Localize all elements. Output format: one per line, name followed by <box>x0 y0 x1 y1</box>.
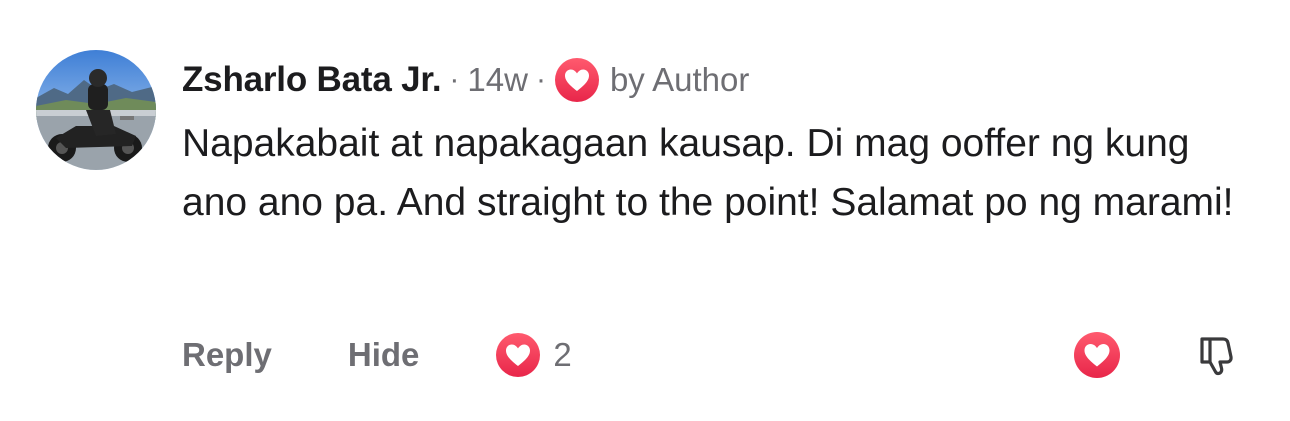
reply-button[interactable]: Reply <box>182 336 272 374</box>
comment-header: Zsharlo Bata Jr. · 14w · by Author <box>182 56 749 104</box>
heart-icon <box>1074 332 1120 378</box>
hide-button[interactable]: Hide <box>348 336 420 374</box>
like-button[interactable] <box>1073 331 1121 379</box>
separator-dot: · <box>449 63 460 96</box>
reaction-count: 2 <box>553 336 572 373</box>
comment-item: Zsharlo Bata Jr. · 14w · by Author Napak… <box>0 0 1290 421</box>
comment-actions: Reply Hide 2 <box>182 330 572 380</box>
avatar[interactable] <box>36 50 156 170</box>
avatar-image <box>36 50 156 170</box>
by-author-label: by Author <box>609 61 750 98</box>
dislike-button[interactable] <box>1196 333 1240 377</box>
heart-icon <box>554 57 600 103</box>
heart-icon <box>495 332 541 378</box>
separator-dot: · <box>535 63 546 96</box>
thumbs-down-icon <box>1200 337 1233 376</box>
comment-time: 14w <box>467 61 528 98</box>
reaction-summary[interactable]: 2 <box>495 332 572 378</box>
comment-text: Napakabait at napakagaan kausap. Di mag … <box>182 122 1234 224</box>
author-name[interactable]: Zsharlo Bata Jr. <box>182 60 442 100</box>
